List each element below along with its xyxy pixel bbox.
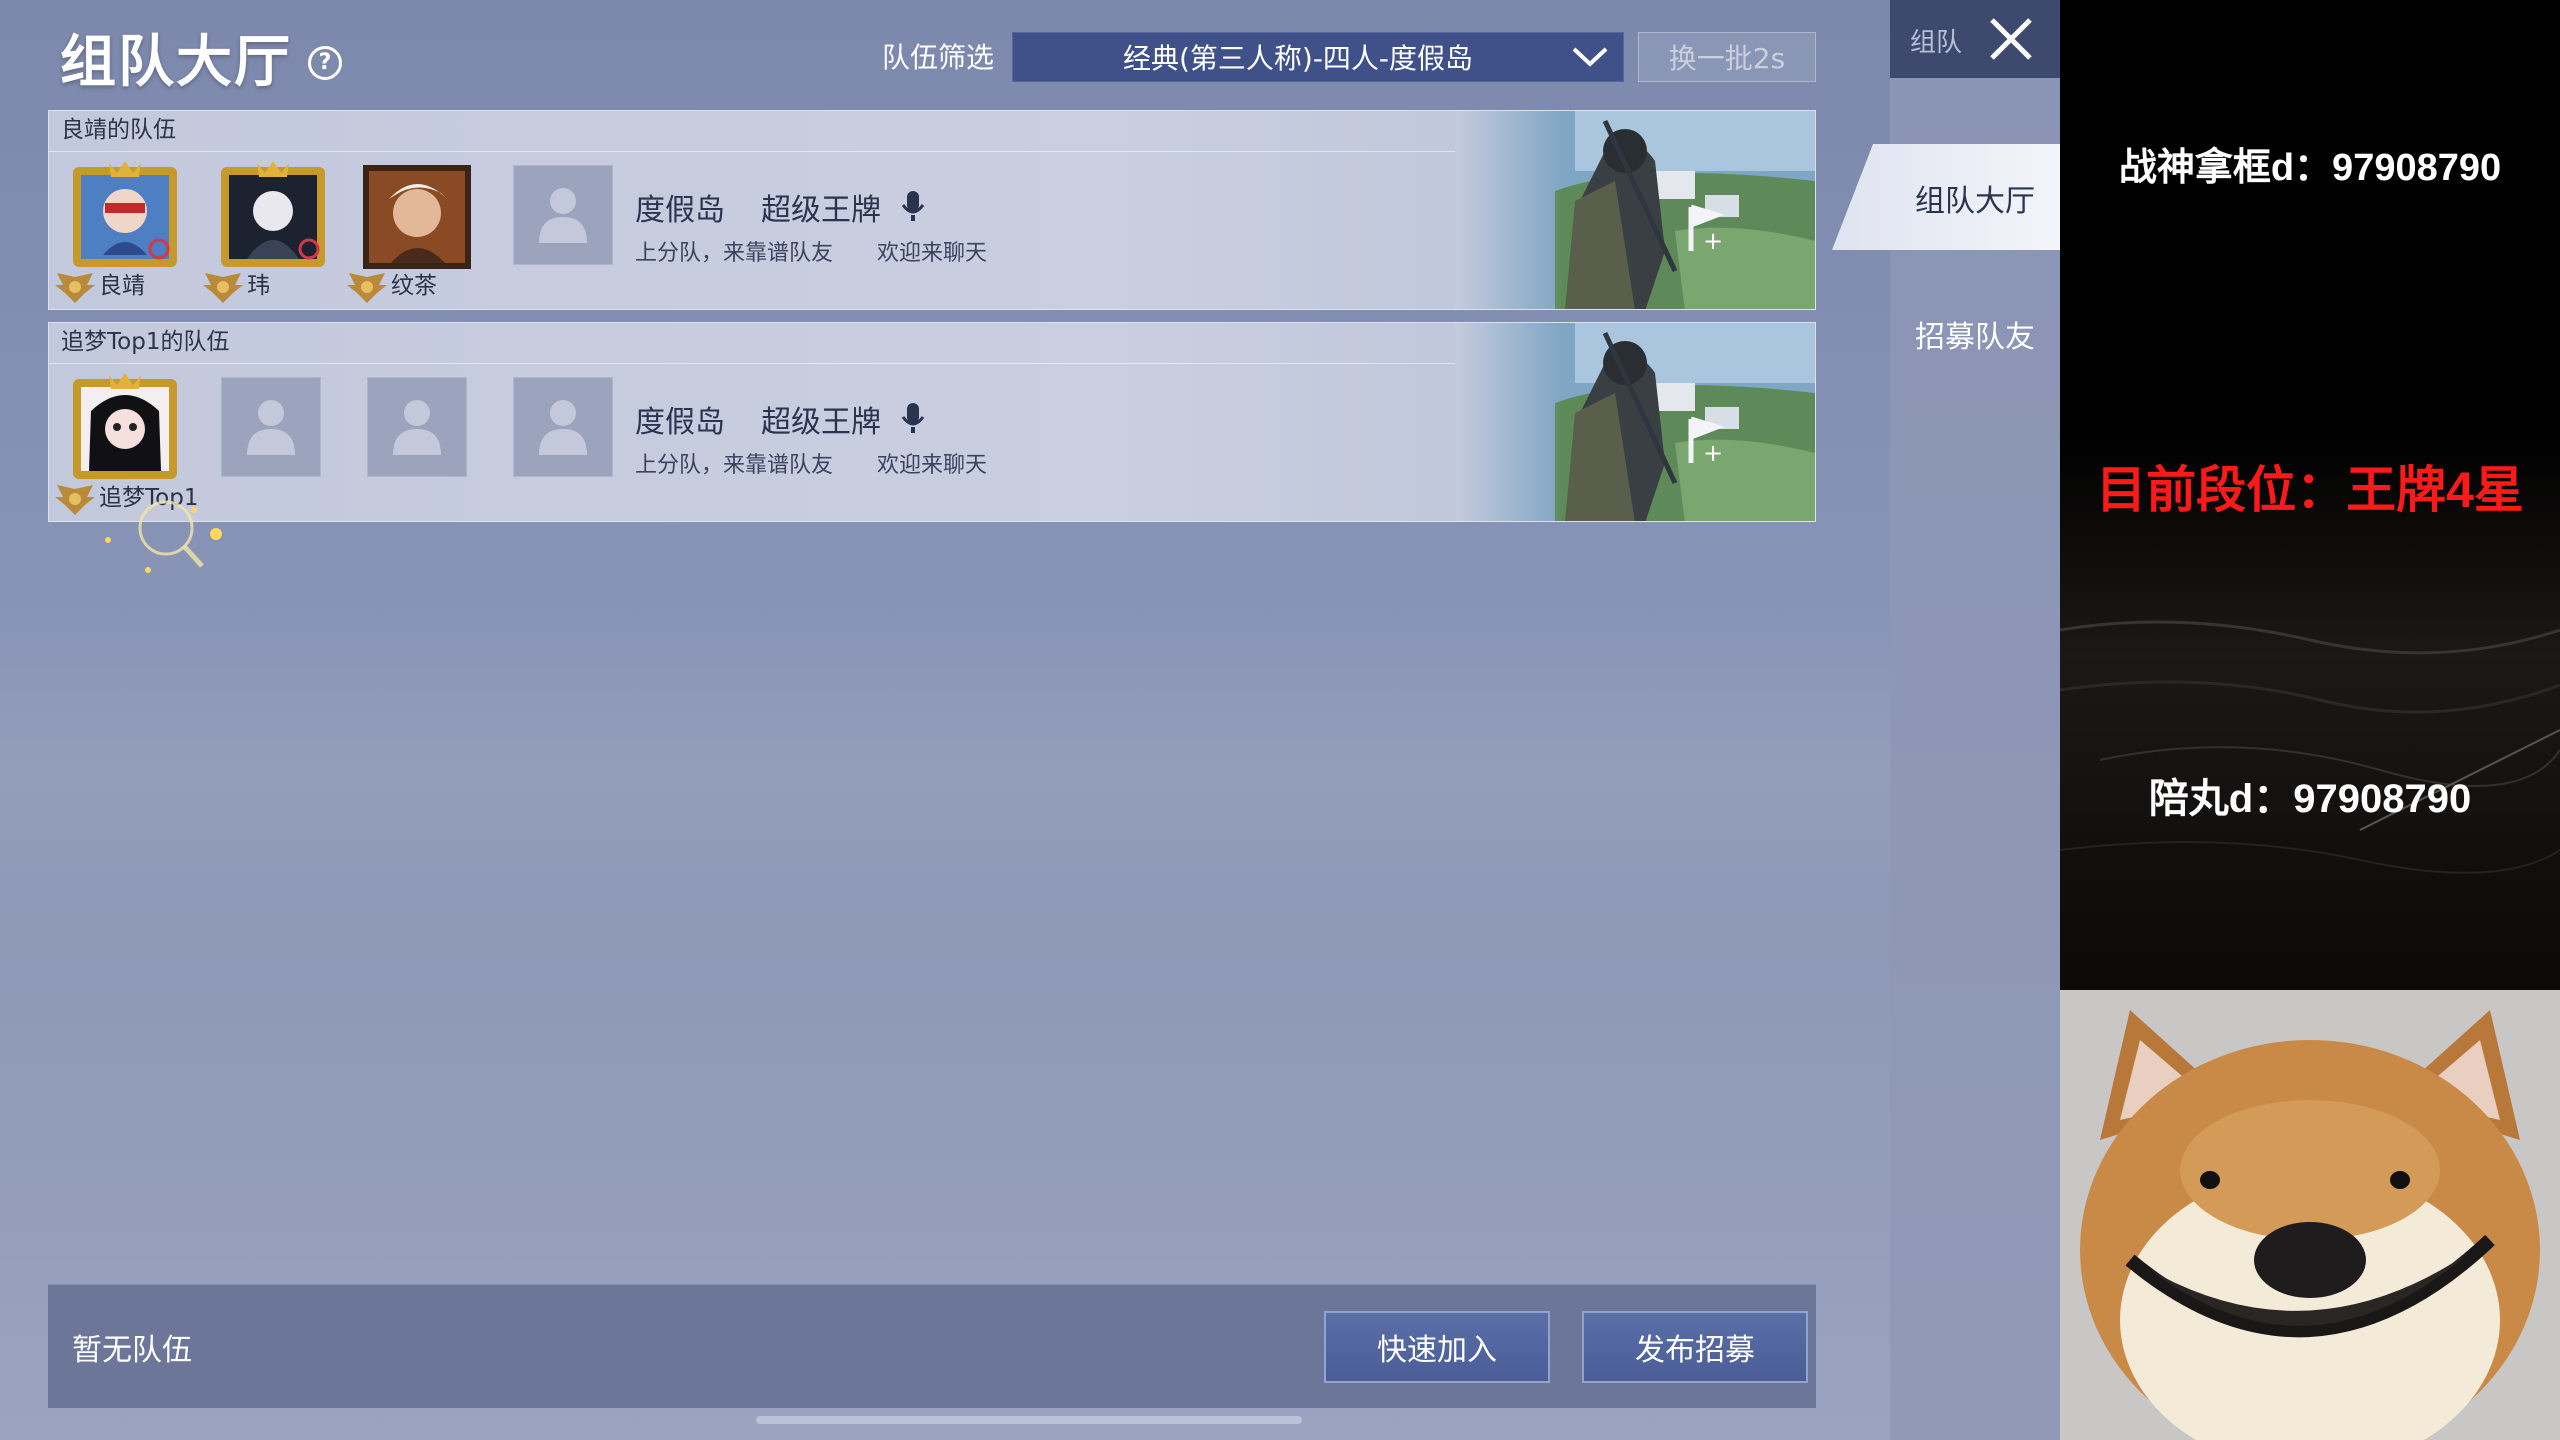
person-placeholder-icon [247, 400, 295, 455]
dog-avatar-image [2060, 990, 2560, 1440]
refresh-batch-button[interactable]: 换一批2s [1638, 32, 1816, 82]
team-mode: 度假岛 [635, 193, 725, 228]
sparkle-effect-icon [105, 500, 222, 573]
filter-label: 队伍筛选 [882, 41, 995, 74]
player-avatar[interactable] [217, 159, 329, 271]
microphone-icon [901, 191, 925, 221]
chevron-down-icon [1572, 47, 1608, 67]
member-slot[interactable] [217, 159, 329, 271]
team-filter-dropdown[interactable]: 经典(第三人称)-四人-度假岛 [1012, 32, 1624, 82]
team-card-title: 追梦Top1的队伍 [61, 329, 230, 355]
quick-join-button[interactable]: 快速加入 [1324, 1311, 1550, 1383]
nav-header-label: 组队 [1910, 28, 1963, 58]
empty-member-slot[interactable] [513, 165, 613, 265]
scrollbar[interactable] [756, 1416, 1302, 1424]
nav-item-recruit[interactable]: 招募队友 [1890, 312, 2060, 356]
empty-member-slot[interactable] [221, 377, 321, 477]
team-card-title: 良靖的队伍 [61, 117, 176, 143]
team-description: 上分队，来靠谱队友 [635, 453, 834, 478]
nav-header: 组队 [1890, 0, 2060, 78]
rank-wings-icon [203, 273, 243, 303]
player-avatar[interactable] [69, 371, 181, 483]
map-preview-image: + [1455, 323, 1815, 521]
page-title-text: 组队大厅 [60, 30, 292, 95]
team-tier: 超级王牌 [761, 405, 881, 440]
nav-item-team-lobby[interactable]: 组队大厅 [1890, 176, 2060, 220]
team-mode: 度假岛 [635, 405, 725, 440]
map-preview-image: + [1455, 111, 1815, 309]
empty-member-slot[interactable] [513, 377, 613, 477]
filter-selected-value: 经典(第三人称)-四人-度假岛 [1122, 42, 1474, 75]
member-slot[interactable] [69, 371, 181, 483]
player-avatar[interactable] [361, 159, 473, 271]
player-name: 纹茶 [391, 273, 437, 299]
stream-overlay: 战神拿框d：97908790 目前段位：王牌4星 陪丸d：97908790 [2060, 0, 2560, 990]
overlay-text-id: 战神拿框d：97908790 [2118, 147, 2502, 189]
page-title: 组队大厅 ? [60, 20, 342, 95]
rank-wings-icon [55, 273, 95, 303]
member-slot[interactable] [361, 159, 473, 271]
team-description-extra: 欢迎来聊天 [877, 241, 988, 266]
person-placeholder-icon [539, 400, 587, 455]
microphone-icon [901, 403, 925, 433]
player-avatar[interactable] [69, 159, 181, 271]
member-slot[interactable] [69, 159, 181, 271]
team-tier: 超级王牌 [761, 193, 881, 228]
close-icon[interactable] [1982, 10, 2040, 68]
overlay-text-rank: 目前段位：王牌4星 [2096, 462, 2524, 518]
person-placeholder-icon [539, 188, 587, 243]
team-description-extra: 欢迎来聊天 [877, 453, 988, 478]
post-recruit-button[interactable]: 发布招募 [1582, 1311, 1808, 1383]
bottom-action-bar: 暂无队伍 快速加入 发布招募 [48, 1284, 1816, 1408]
help-icon[interactable]: ? [308, 45, 342, 80]
overlay-text-contact: 陪丸d：97908790 [2148, 777, 2472, 821]
team-card[interactable]: 追梦Top1的队伍 追梦Top1 度假岛 超级王牌 上分队，来靠谱队友 欢迎来聊… [48, 322, 1816, 522]
team-card[interactable]: 良靖的队伍 良靖 玮 纹茶 度假岛 超级王牌 上分队，来靠谱队友 欢迎来聊天 [48, 110, 1816, 310]
player-name: 良靖 [99, 273, 145, 299]
side-navigation: 组队 组队大厅 招募队友 [1832, 0, 2060, 1440]
no-team-status: 暂无队伍 [72, 1333, 192, 1368]
person-placeholder-icon [393, 400, 441, 455]
team-lobby-panel: 组队大厅 ? 队伍筛选 经典(第三人称)-四人-度假岛 换一批2s 良靖的队伍 [0, 0, 1890, 1440]
player-name: 玮 [247, 273, 270, 299]
shiba-dog-icon [2060, 990, 2560, 1440]
rank-wings-icon [347, 273, 387, 303]
empty-member-slot[interactable] [367, 377, 467, 477]
team-description: 上分队，来靠谱队友 [635, 241, 834, 266]
